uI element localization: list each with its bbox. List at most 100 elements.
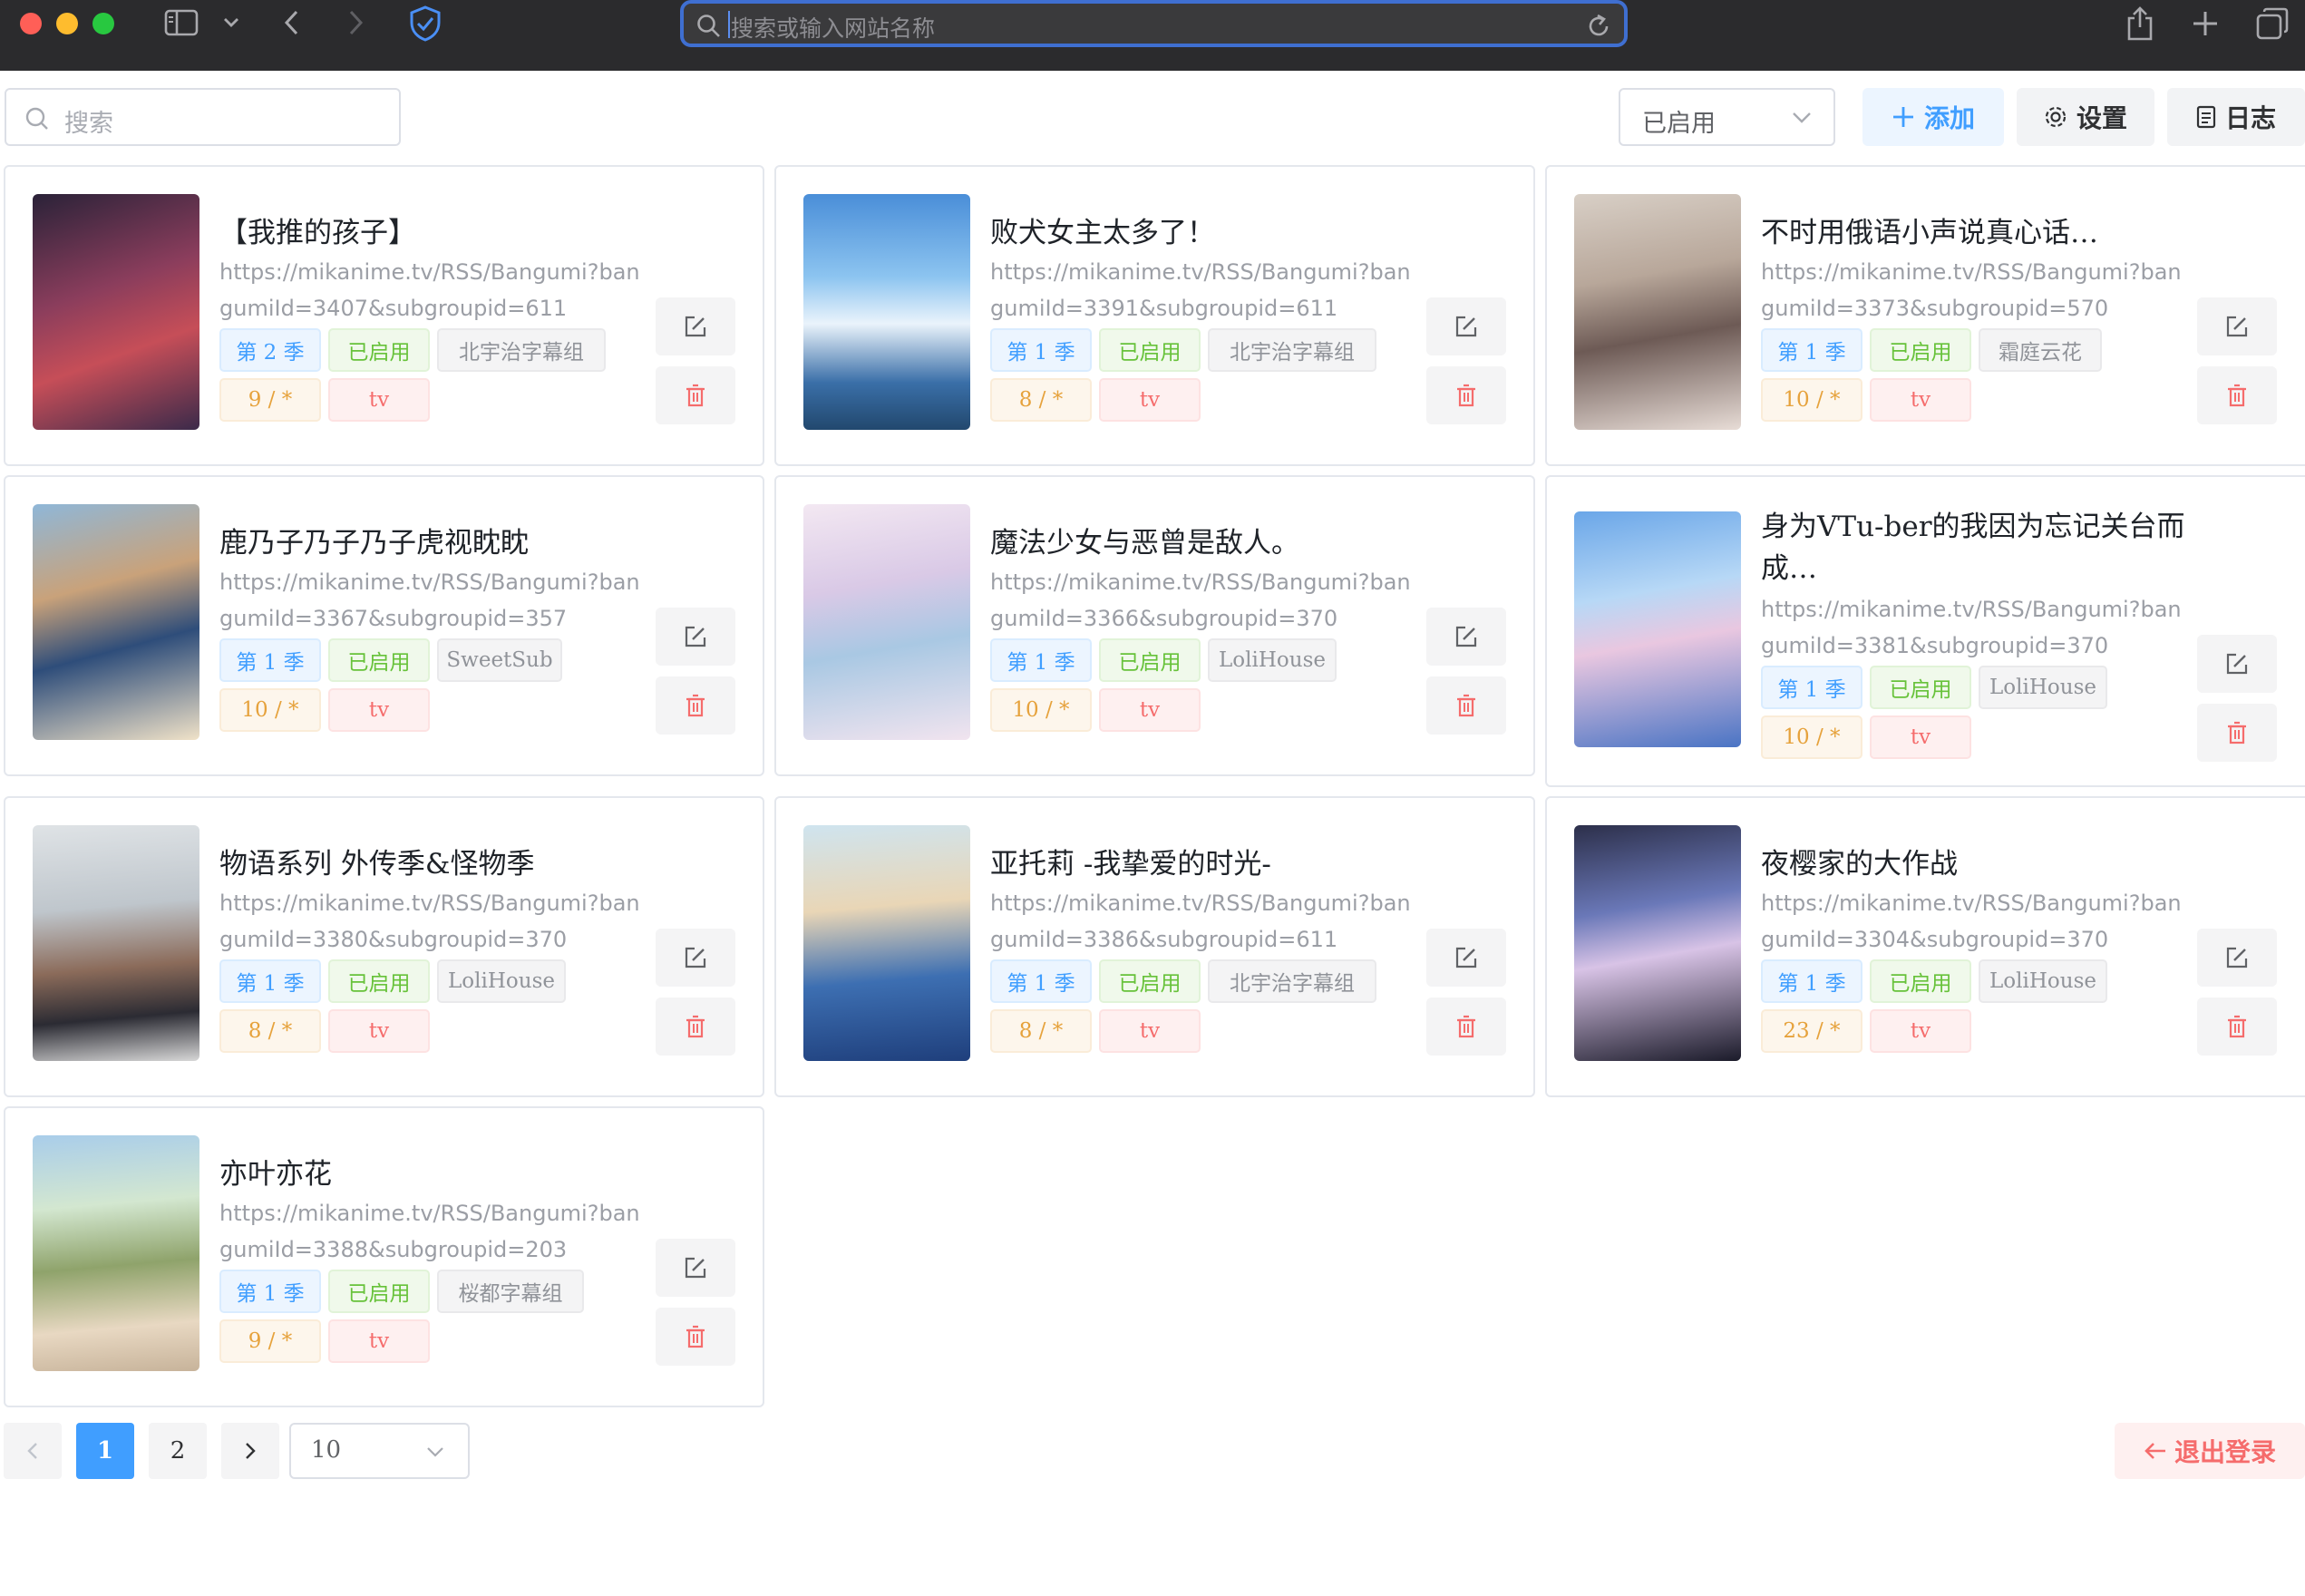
settings-button[interactable]: 设置 [2017,88,2154,146]
group-tag: 北宇治字幕组 [1208,328,1376,372]
page-2-button[interactable]: 2 [149,1423,207,1479]
group-tag: 北宇治字幕组 [1208,959,1376,1003]
chevron-down-icon[interactable] [218,2,245,44]
chevron-right-icon [246,1443,256,1459]
edit-icon [1455,947,1477,968]
episodes-tag: 10 / * [1761,378,1862,422]
minimize-window-button[interactable] [56,13,78,34]
edit-button[interactable] [1426,297,1506,355]
logout-label: 退出登录 [2174,1437,2276,1467]
group-tag: 霜庭云花 [1979,328,2102,372]
season-tag: 第 1 季 [990,959,1092,1003]
page-size-value: 10 [311,1436,342,1464]
anime-poster [1574,511,1741,747]
status-tag: 已启用 [328,638,430,682]
rss-url: https://mikanime.tv/RSS/Bangumi?bangumiI… [219,890,640,952]
plus-icon [1892,107,1913,127]
edit-icon [2226,947,2248,968]
season-tag: 第 1 季 [219,1270,321,1313]
delete-button[interactable] [656,366,735,424]
sidebar-toggle-icon[interactable] [161,2,201,44]
add-button[interactable]: 添加 [1862,88,2004,146]
delete-button[interactable] [656,998,735,1056]
anime-title: 物语系列 外传季&怪物季 [219,848,535,881]
log-button[interactable]: 日志 [2167,88,2305,146]
rss-url: https://mikanime.tv/RSS/Bangumi?bangumiI… [1761,259,2182,321]
delete-button[interactable] [2197,998,2277,1056]
shield-icon[interactable] [404,2,446,45]
anime-card: 鹿乃子乃子乃子虎视眈眈 https://mikanime.tv/RSS/Bang… [4,475,764,776]
close-window-button[interactable] [20,13,42,34]
status-filter-value: 已启用 [1642,110,1716,138]
status-tag: 已启用 [1099,328,1201,372]
anime-card: 夜樱家的大作战 https://mikanime.tv/RSS/Bangumi?… [1545,796,2305,1097]
status-tag: 已启用 [1099,959,1201,1003]
edit-button[interactable] [2197,297,2277,355]
anime-poster [1574,194,1741,430]
edit-button[interactable] [1426,608,1506,666]
anime-title: 亦叶亦花 [219,1158,332,1191]
tab-overview-icon[interactable] [2252,2,2292,45]
trash-icon [2228,721,2246,744]
episodes-tag: 23 / * [1761,1009,1862,1053]
trash-icon [1457,694,1475,717]
edit-button[interactable] [1426,929,1506,987]
chevron-down-icon [1793,112,1811,123]
anime-title: 败犬女主太多了！ [990,217,1215,249]
status-filter-select[interactable]: 已启用 [1619,88,1835,146]
page-1-button[interactable]: 1 [76,1423,134,1479]
trash-icon [1457,384,1475,407]
new-tab-icon[interactable] [2187,2,2223,45]
status-tag: 已启用 [328,328,430,372]
edit-icon [2226,653,2248,675]
delete-button[interactable] [2197,704,2277,762]
delete-button[interactable] [1426,676,1506,735]
delete-button[interactable] [1426,366,1506,424]
share-icon[interactable] [2122,2,2158,45]
delete-button[interactable] [656,676,735,735]
log-button-label: 日志 [2224,103,2276,133]
anime-card: 亚托莉 -我挚爱的时光- https://mikanime.tv/RSS/Ban… [774,796,1535,1097]
anime-title: 【我推的孩子】 [219,217,416,249]
logout-button[interactable]: 退出登录 [2115,1423,2305,1479]
edit-icon [685,947,706,968]
edit-button[interactable] [656,1239,735,1297]
anime-card: 身为VTu-ber的我因为忘记关台而成… https://mikanime.tv… [1545,475,2305,787]
edit-icon [1455,316,1477,337]
edit-button[interactable] [2197,635,2277,693]
edit-button[interactable] [656,608,735,666]
reload-icon[interactable] [1586,13,1611,40]
episodes-tag: 9 / * [219,1319,321,1363]
anime-poster [33,194,199,430]
address-placeholder: 搜索或输入网站名称 [731,15,936,42]
status-tag: 已启用 [1870,328,1971,372]
type-tag: tv [328,688,430,732]
prev-page-button[interactable] [4,1423,62,1479]
anime-title: 亚托莉 -我挚爱的时光- [990,848,1271,881]
back-icon[interactable] [274,2,310,44]
edit-button[interactable] [656,929,735,987]
status-tag: 已启用 [1870,666,1971,709]
anime-title: 夜樱家的大作战 [1761,848,1958,881]
chevron-left-icon [27,1443,37,1459]
edit-button[interactable] [2197,929,2277,987]
delete-button[interactable] [2197,366,2277,424]
season-tag: 第 1 季 [990,328,1092,372]
trash-icon [1457,1015,1475,1038]
season-tag: 第 1 季 [219,638,321,682]
rss-url: https://mikanime.tv/RSS/Bangumi?bangumiI… [1761,597,2182,658]
season-tag: 第 1 季 [219,959,321,1003]
search-input[interactable]: 搜索 [5,88,401,146]
anime-card: 败犬女主太多了！ https://mikanime.tv/RSS/Bangumi… [774,165,1535,466]
delete-button[interactable] [1426,998,1506,1056]
address-bar[interactable]: 搜索或输入网站名称 [680,0,1628,47]
page-size-select[interactable]: 10 [289,1423,470,1479]
anime-card: 物语系列 外传季&怪物季 https://mikanime.tv/RSS/Ban… [4,796,764,1097]
edit-icon [685,1257,706,1279]
next-page-button[interactable] [221,1423,279,1479]
delete-button[interactable] [656,1308,735,1366]
anime-poster [803,825,970,1061]
zoom-window-button[interactable] [92,13,114,34]
forward-icon[interactable] [337,2,374,44]
edit-button[interactable] [656,297,735,355]
